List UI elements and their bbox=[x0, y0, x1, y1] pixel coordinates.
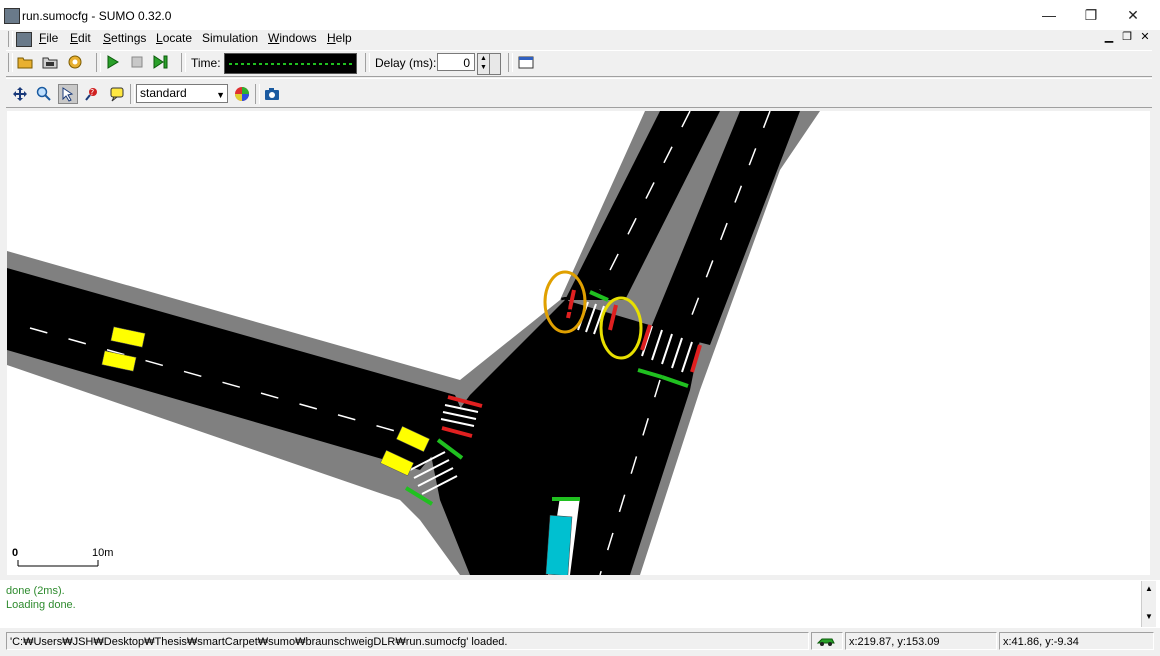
color-scheme-value: standard bbox=[140, 86, 187, 100]
delay-input[interactable]: 0 bbox=[437, 53, 475, 71]
scale-end-label: 10m bbox=[92, 547, 113, 559]
new-view-icon[interactable] bbox=[516, 52, 536, 72]
bus-vehicle bbox=[545, 515, 573, 575]
scroll-down-icon[interactable]: ▼ bbox=[1142, 612, 1156, 621]
color-wheel-icon[interactable] bbox=[232, 84, 252, 104]
vehicle-status-icon[interactable] bbox=[811, 632, 843, 650]
chevron-down-icon: ▼ bbox=[216, 90, 225, 100]
open-network-icon[interactable] bbox=[40, 52, 60, 72]
main-toolbar bbox=[6, 50, 1152, 77]
app-menu-icon[interactable] bbox=[16, 32, 32, 47]
scale-start-label: 0 bbox=[12, 547, 18, 559]
scroll-up-icon[interactable]: ▲ bbox=[1142, 584, 1156, 593]
step-icon[interactable] bbox=[151, 52, 171, 72]
menu-simulation[interactable]: Simulation bbox=[202, 31, 258, 45]
toolbar-separator bbox=[255, 84, 260, 104]
mdi-restore-button[interactable]: ❐ bbox=[1119, 30, 1135, 44]
locate-junction-icon[interactable]: ? bbox=[82, 84, 102, 104]
menu-settings[interactable]: Settings bbox=[103, 31, 146, 45]
menu-help[interactable]: Help bbox=[327, 31, 352, 45]
message-window bbox=[0, 580, 1160, 628]
toolbar-separator bbox=[130, 84, 135, 104]
app-icon bbox=[4, 8, 20, 24]
open-folder-icon[interactable] bbox=[15, 52, 35, 72]
toolbar-separator bbox=[508, 53, 513, 72]
network-canvas[interactable]: 1 2 0 10m bbox=[7, 111, 1150, 575]
delay-slider[interactable] bbox=[489, 53, 501, 75]
toolbar-grip bbox=[8, 53, 13, 72]
run-icon[interactable] bbox=[103, 52, 123, 72]
reload-icon[interactable] bbox=[65, 52, 85, 72]
minimize-button[interactable]: — bbox=[1028, 4, 1070, 26]
marker-label-2: 2 bbox=[614, 319, 628, 343]
menu-file[interactable]: File bbox=[39, 31, 58, 45]
mdi-close-button[interactable]: ✕ bbox=[1137, 30, 1153, 44]
message-line: done (2ms). bbox=[6, 585, 65, 597]
coordinates-net: x:219.87, y:153.09 bbox=[845, 632, 997, 650]
menu-edit[interactable]: Edit bbox=[70, 31, 91, 45]
stop-icon[interactable] bbox=[127, 52, 147, 72]
menu-windows[interactable]: Windows bbox=[268, 31, 317, 45]
title-bar bbox=[0, 0, 1160, 30]
message-line: Loading done. bbox=[6, 599, 76, 611]
color-scheme-select[interactable]: standard ▼ bbox=[136, 84, 228, 103]
toolbar-separator bbox=[96, 53, 101, 72]
recenter-icon[interactable] bbox=[10, 84, 30, 104]
coordinates-geo: x:41.86, y:-9.34 bbox=[999, 632, 1154, 650]
delay-label: Delay (ms): bbox=[375, 56, 437, 70]
locate-tooltip-icon[interactable] bbox=[107, 84, 127, 104]
select-mode-icon[interactable] bbox=[58, 84, 78, 104]
menu-grip bbox=[8, 31, 13, 47]
toolbar-separator bbox=[365, 53, 370, 72]
time-label: Time: bbox=[191, 56, 221, 70]
marker-label-1: 1 bbox=[559, 293, 573, 317]
close-button[interactable]: ✕ bbox=[1112, 4, 1154, 26]
toolbar-separator bbox=[181, 53, 186, 72]
network-view[interactable]: 1 2 0 10m bbox=[7, 111, 1150, 575]
screenshot-icon[interactable] bbox=[262, 84, 282, 104]
zoom-icon[interactable] bbox=[34, 84, 54, 104]
message-scrollbar[interactable]: ▲ ▼ bbox=[1141, 581, 1156, 627]
time-display bbox=[224, 53, 357, 74]
status-message: 'C:₩Users₩JSH₩Desktop₩Thesis₩smartCarpet… bbox=[6, 632, 809, 650]
window-title: run.sumocfg - SUMO 0.32.0 bbox=[22, 9, 172, 23]
menu-locate[interactable]: Locate bbox=[156, 31, 192, 45]
mdi-minimize-button[interactable]: ▁ bbox=[1101, 30, 1117, 44]
restore-button[interactable]: ❐ bbox=[1070, 4, 1112, 26]
